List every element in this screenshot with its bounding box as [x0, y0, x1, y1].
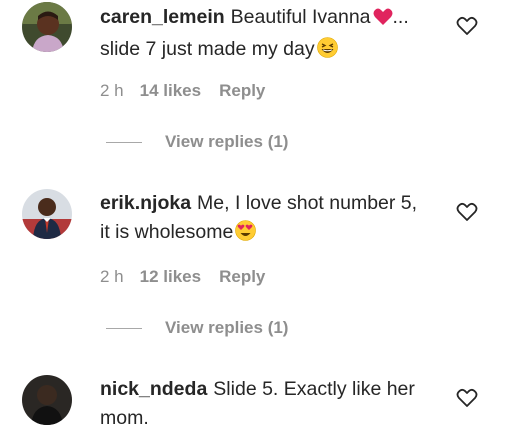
comment-body-line2: mom. — [100, 407, 149, 429]
comment-body-line1: Beautiful Ivanna — [230, 6, 371, 28]
comment-meta: 2 h 14 likes Reply — [100, 81, 265, 101]
comment-body-line1: Me, I love shot number 5, — [197, 192, 418, 214]
comment-timestamp: 2 h — [100, 267, 124, 286]
comment-body-line2: it is wholesome — [100, 221, 234, 243]
grinning-squinting-face-emoji — [316, 37, 338, 67]
like-heart-icon[interactable] — [456, 16, 478, 36]
view-replies-button[interactable]: View replies (1) — [106, 316, 288, 340]
avatar[interactable] — [22, 189, 72, 239]
reply-button[interactable]: Reply — [219, 81, 265, 100]
avatar[interactable] — [22, 375, 72, 425]
comment-likes[interactable]: 14 likes — [140, 81, 201, 100]
view-replies-label: View replies (1) — [165, 132, 289, 151]
comment-body-line2: slide 7 just made my day — [100, 38, 315, 60]
avatar[interactable] — [22, 2, 72, 52]
view-replies-divider — [106, 327, 142, 329]
reply-button[interactable]: Reply — [219, 267, 265, 286]
comment-meta: 2 h 12 likes Reply — [100, 267, 265, 287]
red-heart-emoji — [373, 6, 393, 35]
comment-text: nick_ndeda Slide 5. Exactly like her mom. — [100, 375, 445, 433]
comment-body-line1: Slide 5. Exactly like her — [213, 378, 415, 400]
like-heart-icon[interactable] — [456, 202, 478, 222]
comment-timestamp: 2 h — [100, 81, 124, 100]
comment-more-ellipsis[interactable]: ... — [393, 6, 409, 28]
view-replies-button[interactable]: View replies (1) — [106, 130, 288, 154]
comment-text: caren_lemein Beautiful Ivanna... slide 7 … — [100, 3, 445, 67]
view-replies-label: View replies (1) — [165, 318, 289, 337]
comment-username[interactable]: caren_lemein — [100, 6, 225, 28]
comment-text: erik.njoka Me, I love shot number 5, it i… — [100, 189, 445, 250]
like-heart-icon[interactable] — [456, 388, 478, 408]
comment-likes[interactable]: 12 likes — [140, 267, 201, 286]
comment-username[interactable]: nick_ndeda — [100, 378, 207, 400]
view-replies-divider — [106, 141, 142, 143]
smiling-face-with-heart-eyes-emoji — [235, 220, 257, 250]
comment-username[interactable]: erik.njoka — [100, 192, 191, 214]
